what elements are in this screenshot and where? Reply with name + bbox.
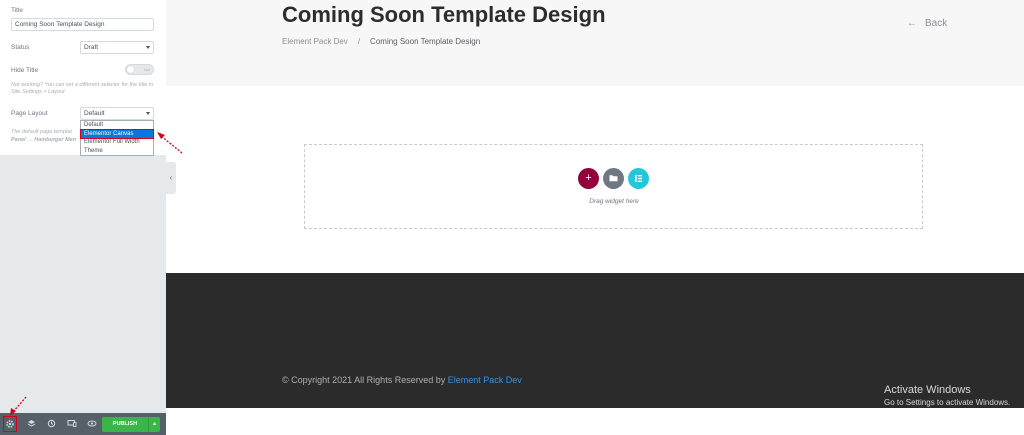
page-layout-note: The default page templat bbox=[11, 129, 72, 135]
chevron-down-icon bbox=[146, 112, 150, 115]
watermark-line-2: Go to Settings to activate Windows. bbox=[884, 398, 1011, 407]
hide-title-label: Hide Title bbox=[11, 67, 39, 74]
hide-title-note: Not working? You can set a different sel… bbox=[11, 82, 154, 95]
responsive-icon[interactable] bbox=[65, 416, 79, 432]
chevron-left-icon: ‹ bbox=[169, 173, 173, 182]
page-layout-label: Page Layout bbox=[11, 110, 48, 117]
arrow-left-icon: ← bbox=[907, 18, 917, 29]
title-input[interactable]: Coming Soon Template Design bbox=[11, 18, 154, 31]
breadcrumb-current: Coming Soon Template Design bbox=[370, 37, 481, 46]
windows-activation-watermark: Activate Windows Go to Settings to activ… bbox=[884, 384, 1010, 407]
eye-icon[interactable] bbox=[85, 416, 99, 432]
history-icon[interactable] bbox=[44, 416, 58, 432]
breadcrumb-home-link[interactable]: Element Pack Dev bbox=[282, 37, 348, 46]
dropzone-text: Drag widget here bbox=[589, 198, 639, 205]
publish-button[interactable]: PUBLISH bbox=[102, 417, 148, 432]
page-layout-dropdown: Default Elementor Canvas Elementor Full … bbox=[80, 120, 154, 156]
collapse-panel-button[interactable]: ‹ bbox=[166, 162, 176, 194]
page-layout-value: Default bbox=[84, 110, 105, 117]
folder-icon bbox=[609, 175, 618, 182]
copyright-text: © Copyright 2021 All Rights Reserved by bbox=[282, 375, 448, 385]
back-label: Back bbox=[925, 18, 948, 29]
caret-up-icon: ▴ bbox=[152, 421, 156, 427]
back-link[interactable]: ← Back bbox=[907, 18, 947, 29]
page-layout-select[interactable]: Default bbox=[80, 107, 154, 120]
elementor-kit-button[interactable] bbox=[628, 168, 649, 189]
title-label: Title bbox=[11, 7, 24, 14]
copyright: © Copyright 2021 All Rights Reserved by … bbox=[282, 375, 522, 385]
layers-icon[interactable] bbox=[24, 416, 38, 432]
toggle-state: NO bbox=[144, 67, 150, 72]
option-elementor-canvas[interactable]: Elementor Canvas bbox=[80, 128, 154, 139]
add-template-button[interactable] bbox=[603, 168, 624, 189]
hide-title-toggle[interactable]: NO bbox=[125, 64, 154, 75]
screen: Title Coming Soon Template Design Status… bbox=[0, 0, 1024, 435]
copyright-link[interactable]: Element Pack Dev bbox=[448, 375, 522, 385]
breadcrumb: Element Pack Dev / Coming Soon Template De… bbox=[282, 37, 480, 46]
watermark-line-1: Activate Windows bbox=[884, 384, 971, 396]
page-layout-note-2: Panel → Hamburger Men bbox=[11, 137, 77, 143]
add-section-button[interactable]: + bbox=[578, 168, 599, 189]
gear-icon[interactable] bbox=[3, 416, 17, 432]
breadcrumb-separator: / bbox=[357, 37, 361, 46]
publish-options-button[interactable]: ▴ bbox=[148, 417, 160, 432]
option-theme[interactable]: Theme bbox=[81, 147, 153, 156]
toggle-knob bbox=[127, 66, 134, 73]
status-label: Status bbox=[11, 44, 30, 51]
option-elementor-full-width[interactable]: Elementor Full Width bbox=[81, 138, 153, 147]
page-title: Coming Soon Template Design bbox=[282, 2, 606, 27]
status-value: Draft bbox=[84, 44, 99, 51]
status-select[interactable]: Draft bbox=[80, 41, 154, 54]
option-default[interactable]: Default bbox=[81, 121, 153, 130]
plus-icon: + bbox=[585, 172, 592, 184]
elementor-panel: Title Coming Soon Template Design Status… bbox=[0, 0, 166, 413]
elementor-icon bbox=[635, 175, 642, 182]
chevron-down-icon bbox=[146, 46, 150, 49]
